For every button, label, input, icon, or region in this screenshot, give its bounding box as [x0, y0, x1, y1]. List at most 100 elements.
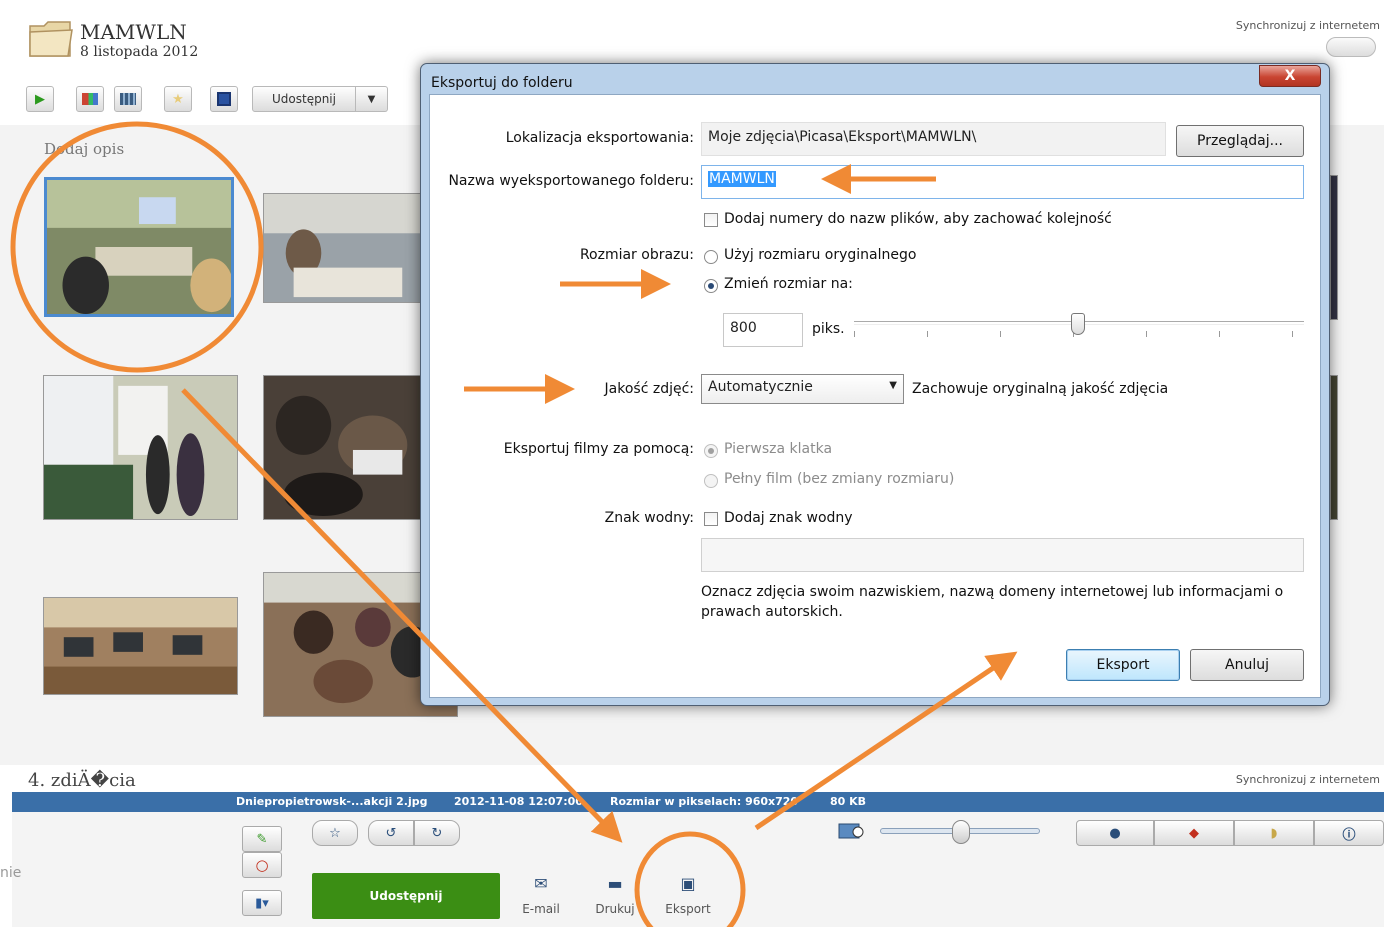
save-icon [217, 92, 231, 106]
label-dropdown-button[interactable]: ▮▾ [242, 890, 282, 916]
browse-button[interactable]: Przeglądaj... [1176, 125, 1304, 157]
photo-thumbnail[interactable] [263, 375, 433, 520]
quality-label: Jakość zdjęć: [604, 381, 694, 397]
person-icon: ● [1109, 825, 1121, 841]
share-button[interactable]: Udostępnij [252, 86, 356, 112]
email-button[interactable]: ✉ E-mail [516, 874, 566, 916]
photo-thumbnail[interactable] [44, 177, 234, 317]
location-field: Moje zdjęcia\Picasa\Eksport\MAMWLN\ [701, 122, 1166, 156]
tags-button[interactable]: ◗ [1234, 820, 1314, 846]
share-dropdown-button[interactable]: ▼ [356, 86, 388, 112]
status-pixel-size: Rozmiar w pikselach: 960x720 [610, 795, 799, 808]
album-title: MAMWLN [80, 20, 187, 44]
pin-button[interactable]: ✎ [242, 826, 282, 852]
original-size-radio[interactable] [704, 250, 718, 264]
chevron-down-icon: ▼ [889, 380, 897, 391]
envelope-icon: ✉ [534, 874, 548, 893]
add-numbers-label: Dodaj numery do nazw plików, aby zachowa… [724, 211, 1112, 227]
printer-icon: ▬ [607, 874, 623, 893]
photo-thumbnail[interactable] [43, 597, 238, 695]
export-label: Eksport [665, 902, 711, 916]
movie-button[interactable] [114, 86, 142, 112]
dialog-title: Eksportuj do folderu [431, 75, 573, 91]
movie-icon [120, 93, 136, 105]
resize-label: Zmień rozmiar na: [724, 276, 853, 292]
folder-name-input[interactable]: MAMWLN [701, 165, 1304, 199]
label-icon: ▮▾ [255, 895, 269, 911]
photo-thumbnail[interactable] [1330, 175, 1338, 320]
full-movie-label: Pełny film (bez zmiany rozmiaru) [724, 471, 955, 487]
map-pin-icon: ◆ [1189, 825, 1199, 841]
info-button[interactable]: ⓘ [1314, 820, 1384, 846]
resize-radio[interactable] [704, 279, 718, 293]
reject-button[interactable]: ○ [242, 852, 282, 878]
original-size-label: Użyj rozmiaru oryginalnego [724, 247, 917, 263]
collage-button[interactable] [76, 86, 104, 112]
photo-thumbnail[interactable] [43, 375, 238, 520]
slideshow-button[interactable]: ▶ [26, 86, 54, 112]
sync-toggle[interactable] [1326, 37, 1376, 57]
sync-label: Synchronizuj z internetem [1235, 19, 1380, 32]
add-numbers-checkbox[interactable] [704, 213, 718, 227]
close-button[interactable]: X [1259, 65, 1321, 87]
photo-thumbnail[interactable] [1330, 375, 1338, 520]
resize-slider-thumb[interactable] [1071, 313, 1085, 335]
rotate-right-icon: ↻ [431, 825, 443, 841]
email-label: E-mail [522, 902, 560, 916]
folder-name-value: MAMWLN [708, 171, 776, 187]
sync-label-bottom: Synchronizuj z internetem [1235, 773, 1380, 786]
dialog-body: Lokalizacja eksportowania: Moje zdjęcia\… [429, 94, 1321, 698]
star-icon: ★ [172, 91, 184, 107]
add-description-link[interactable]: Dodaj opis [44, 140, 124, 158]
watermark-text-input[interactable] [701, 538, 1304, 572]
full-movie-radio[interactable] [704, 474, 718, 488]
export-folder-icon: ▣ [680, 874, 696, 893]
export-movies-label: Eksportuj filmy za pomocą: [503, 441, 694, 457]
chevron-down-icon: ▼ [367, 93, 376, 105]
close-icon: X [1284, 68, 1296, 84]
info-icon: ⓘ [1342, 827, 1356, 843]
cancel-button[interactable]: Anuluj [1190, 649, 1304, 681]
resize-value-input[interactable]: 800 [723, 313, 803, 347]
star-outline-icon: ☆ [329, 825, 341, 841]
status-file-size: 80 KB [830, 795, 867, 808]
print-label: Drukuj [595, 902, 635, 916]
folder-icon [29, 21, 73, 57]
status-filename: Dniepropietrowsk-...akcji 2.jpg [236, 795, 428, 808]
print-button[interactable]: ▬ Drukuj [590, 874, 640, 916]
add-watermark-label: Dodaj znak wodny [724, 510, 853, 526]
folder-name-label: Nazwa wyeksportowanego folderu: [448, 173, 694, 189]
quality-select[interactable]: Automatycznie ▼ [701, 374, 904, 404]
photo-thumbnail[interactable] [263, 193, 423, 303]
star-photo-button[interactable]: ☆ [312, 820, 358, 846]
share-button-bottom[interactable]: Udostępnij [312, 873, 500, 919]
export-dialog: Eksportuj do folderu X Lokalizacja ekspo… [420, 63, 1330, 706]
pin-icon: ✎ [256, 831, 268, 847]
status-datetime: 2012-11-08 12:07:00 [454, 795, 583, 808]
add-watermark-checkbox[interactable] [704, 512, 718, 526]
second-album-title: 4. zdiÄ�cia [28, 770, 136, 791]
location-label: Lokalizacja eksportowania: [505, 130, 694, 146]
collage-icon [82, 93, 98, 105]
zoom-image-icon [838, 822, 866, 840]
save-button[interactable] [210, 86, 238, 112]
rotate-left-icon: ↺ [385, 825, 397, 841]
play-icon: ▶ [35, 91, 45, 107]
side-label: nie [0, 865, 22, 881]
watermark-hint: Oznacz zdjęcia swoim nazwiskiem, nazwą d… [701, 584, 1284, 620]
people-button[interactable]: ● [1076, 820, 1154, 846]
resize-unit-label: piks. [812, 321, 845, 337]
first-frame-label: Pierwsza klatka [724, 441, 833, 457]
quality-note: Zachowuje oryginalną jakość zdjęcia [912, 381, 1169, 397]
zoom-slider-thumb[interactable] [952, 820, 970, 844]
quality-value: Automatycznie [708, 379, 813, 395]
rotate-left-button[interactable]: ↺ [368, 820, 414, 846]
star-button[interactable]: ★ [164, 86, 192, 112]
circle-icon: ○ [255, 856, 269, 874]
places-button[interactable]: ◆ [1154, 820, 1234, 846]
export-button-bottom[interactable]: ▣ Eksport [660, 874, 716, 916]
first-frame-radio[interactable] [704, 444, 718, 458]
image-size-label: Rozmiar obrazu: [579, 247, 694, 263]
rotate-right-button[interactable]: ↻ [414, 820, 460, 846]
export-button[interactable]: Eksport [1066, 649, 1180, 681]
